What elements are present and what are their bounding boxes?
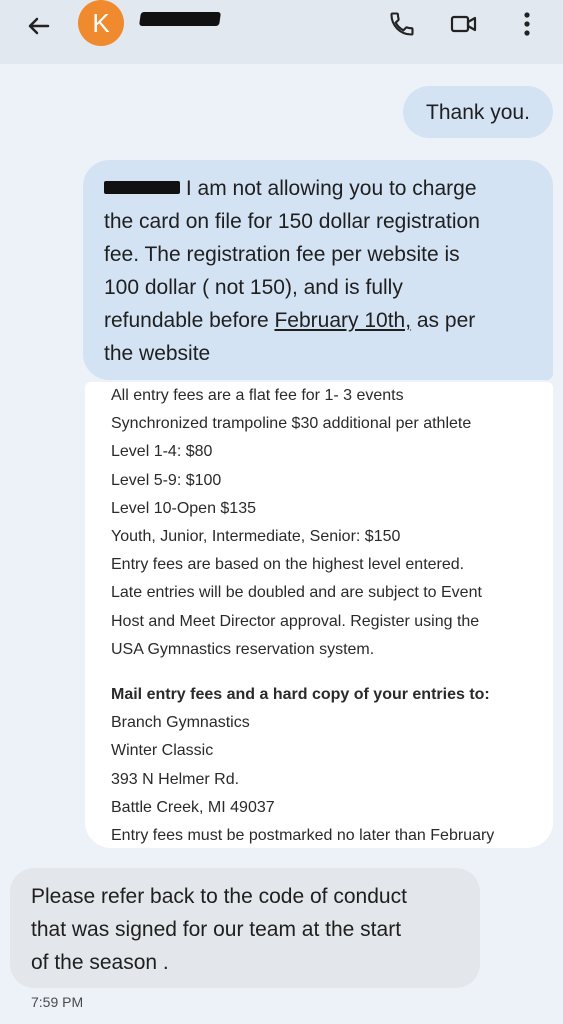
message-line: refundable before February 10th, as per bbox=[104, 304, 533, 337]
doc-line: Battle Creek, MI 49037 bbox=[111, 798, 275, 816]
video-icon[interactable] bbox=[447, 8, 481, 40]
message-text: refundable before bbox=[104, 309, 275, 332]
doc-line: Youth, Junior, Intermediate, Senior: $15… bbox=[111, 528, 401, 546]
doc-line: Winter Classic bbox=[111, 742, 214, 760]
redacted-name bbox=[104, 180, 180, 194]
more-vert-icon[interactable] bbox=[510, 8, 544, 40]
message-timestamp: 7:59 PM bbox=[31, 994, 84, 1010]
sent-message-bubble[interactable]: Thank you. bbox=[403, 86, 553, 138]
doc-line: Host and Meet Director approval. Registe… bbox=[111, 612, 480, 630]
doc-heading: Mail entry fees and a hard copy of your … bbox=[111, 686, 490, 704]
received-message-bubble[interactable]: Please refer back to the code of conduct… bbox=[10, 868, 480, 988]
doc-line: Level 1-4: $80 bbox=[111, 443, 213, 461]
attached-screenshot-image[interactable]: All entry fees are a flat fee for 1- 3 e… bbox=[85, 382, 553, 848]
message-line: I am not allowing you to charge bbox=[104, 172, 533, 205]
conversation-header: K bbox=[0, 0, 563, 64]
screenshot-content: All entry fees are a flat fee for 1- 3 e… bbox=[111, 382, 551, 848]
doc-line: Entry fees must be postmarked no later t… bbox=[111, 827, 495, 845]
back-arrow-icon[interactable] bbox=[22, 10, 54, 42]
doc-line: Entry fees are based on the highest leve… bbox=[111, 556, 465, 574]
doc-line: Branch Gymnastics bbox=[111, 714, 250, 732]
message-text: Thank you. bbox=[426, 100, 530, 124]
doc-spacer bbox=[111, 664, 551, 681]
avatar[interactable]: K bbox=[78, 0, 124, 46]
message-line: Please refer back to the code of conduct bbox=[31, 885, 407, 908]
doc-line: Synchronized trampoline $30 additional p… bbox=[111, 415, 472, 433]
message-line: the card on file for 150 dollar registra… bbox=[104, 210, 480, 233]
message-text: I am not allowing you to charge bbox=[185, 177, 477, 200]
doc-line: Level 5-9: $100 bbox=[111, 471, 222, 489]
message-line: 100 dollar ( not 150), and is fully bbox=[104, 276, 403, 299]
doc-line: USA Gymnastics reservation system. bbox=[111, 640, 375, 658]
message-line: fee. The registration fee per website is bbox=[104, 243, 460, 266]
message-text: as per bbox=[411, 309, 476, 332]
doc-line: Level 10-Open $135 bbox=[111, 499, 256, 517]
doc-line: Late entries will be doubled and are sub… bbox=[111, 584, 482, 602]
contact-name-redacted bbox=[139, 12, 221, 26]
doc-line: All entry fees are a flat fee for 1- 3 e… bbox=[111, 387, 404, 404]
date-link[interactable]: February 10th, bbox=[274, 309, 411, 332]
sent-message-bubble[interactable]: I am not allowing you to charge the card… bbox=[83, 160, 553, 380]
phone-icon[interactable] bbox=[385, 8, 419, 40]
message-line: the website bbox=[104, 342, 211, 365]
doc-line: 393 N Helmer Rd. bbox=[111, 770, 240, 788]
message-line: that was signed for our team at the star… bbox=[31, 918, 402, 941]
message-line: of the season . bbox=[31, 951, 169, 974]
